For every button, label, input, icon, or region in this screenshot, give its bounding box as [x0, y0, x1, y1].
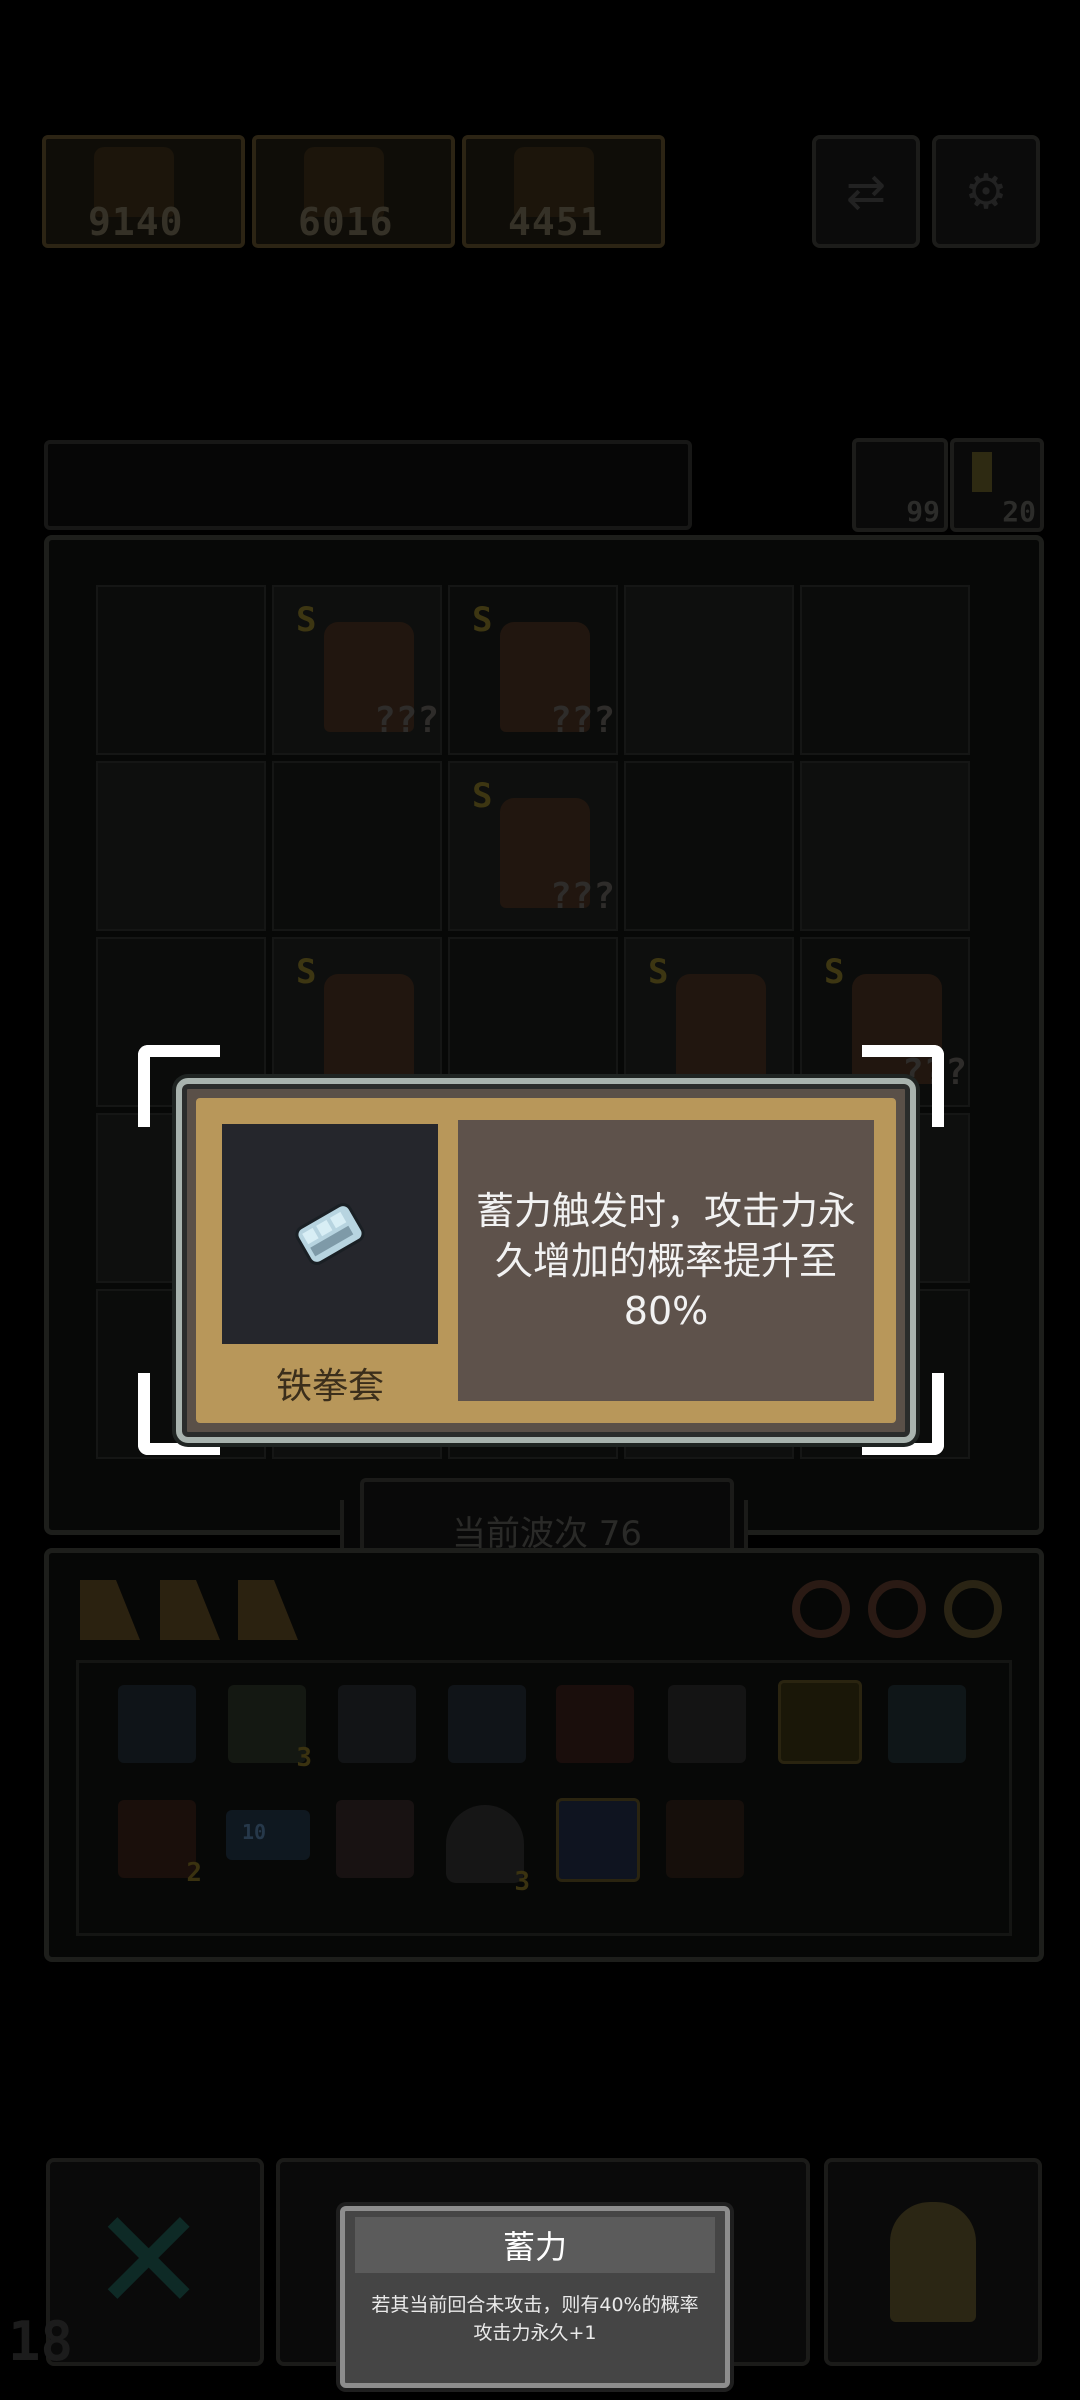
item-count: 3 [514, 1867, 530, 1897]
cancel-button[interactable]: ✕ [46, 2158, 264, 2366]
item-slot[interactable]: 3 [446, 1805, 530, 1897]
tooltip-text: 若其当前回合未攻击，则有40%的概率攻击力永久+1 [371, 2294, 699, 2344]
item-detail-popup[interactable]: 铁拳套 蓄力触发时，攻击力永久增加的概率提升至80% [176, 1078, 916, 1443]
hero-card-2[interactable]: 6016 [252, 135, 455, 248]
item-slot[interactable] [666, 1800, 744, 1878]
popup-inner: 铁拳套 蓄力触发时，攻击力永久增加的概率提升至80% [196, 1098, 896, 1423]
unit-tile[interactable]: S ??? [472, 776, 642, 936]
unit-rank: S [472, 600, 493, 640]
item-slot[interactable]: 10 [226, 1810, 310, 1860]
unit-level: ??? [550, 700, 616, 741]
item-slot[interactable] [336, 1800, 414, 1878]
hero-score: 4451 [508, 200, 604, 244]
skill-tooltip: 蓄力 若其当前回合未攻击，则有40%的概率攻击力永久+1 [340, 2206, 730, 2388]
item-slot[interactable]: 3 [228, 1685, 312, 1773]
hero-card-1[interactable]: 9140 [42, 135, 245, 248]
ring-icon[interactable] [944, 1580, 1002, 1638]
unit-rank: S [296, 952, 317, 992]
unit-level: ??? [550, 876, 616, 917]
item-slot[interactable] [556, 1798, 640, 1882]
bottle-label: 10 [242, 1820, 267, 1844]
item-slot[interactable] [778, 1680, 862, 1764]
swap-icon: ⇄ [845, 163, 887, 220]
item-name: 铁拳套 [275, 1366, 384, 1407]
unit-tile[interactable]: S ??? [296, 600, 466, 760]
item-slot[interactable] [118, 1685, 196, 1763]
ring-icon[interactable] [868, 1580, 926, 1638]
item-icon-box [222, 1124, 438, 1344]
iron-fist-icon [295, 1203, 365, 1265]
item-slot[interactable] [338, 1685, 416, 1763]
item-count: 2 [186, 1858, 202, 1888]
player-level: 18 [8, 2310, 74, 2373]
gear-icon: ⚙ [964, 163, 1008, 220]
ring-icon[interactable] [792, 1580, 850, 1638]
unit-level: ??? [374, 700, 440, 741]
hero-card-3[interactable]: 4451 [462, 135, 665, 248]
settings-button[interactable]: ⚙ [932, 135, 1040, 248]
unit-rank: S [648, 952, 669, 992]
unit-rank: S [296, 600, 317, 640]
pawn-icon [890, 2202, 976, 2322]
undo-count: 99 [906, 495, 940, 528]
item-count: 3 [296, 1743, 312, 1773]
unit-rank: S [824, 952, 845, 992]
item-slot[interactable] [556, 1685, 634, 1763]
unit-tile[interactable]: S ??? [472, 600, 642, 760]
item-slot[interactable] [668, 1685, 746, 1763]
undo-button[interactable]: 99 [852, 438, 948, 532]
close-icon: ✕ [90, 2180, 208, 2343]
hero-score: 6016 [298, 200, 394, 244]
lightning-icon [972, 452, 992, 492]
tooltip-title: 蓄力 [355, 2217, 715, 2273]
item-slot[interactable]: 2 [118, 1800, 202, 1888]
item-description-panel: 蓄力触发时，攻击力永久增加的概率提升至80% [458, 1120, 874, 1401]
progress-bar [44, 440, 692, 530]
unit-rank: S [472, 776, 493, 816]
swap-button[interactable]: ⇄ [812, 135, 920, 248]
recruit-button[interactable] [824, 2158, 1042, 2366]
energy-count: 20 [1002, 495, 1036, 528]
hero-score: 9140 [88, 200, 184, 244]
item-slot[interactable] [448, 1685, 526, 1763]
energy-button[interactable]: 20 [950, 438, 1044, 532]
item-description: 蓄力触发时，攻击力永久增加的概率提升至80% [476, 1188, 857, 1333]
item-grid [76, 1660, 1012, 1936]
item-slot[interactable] [888, 1685, 966, 1763]
